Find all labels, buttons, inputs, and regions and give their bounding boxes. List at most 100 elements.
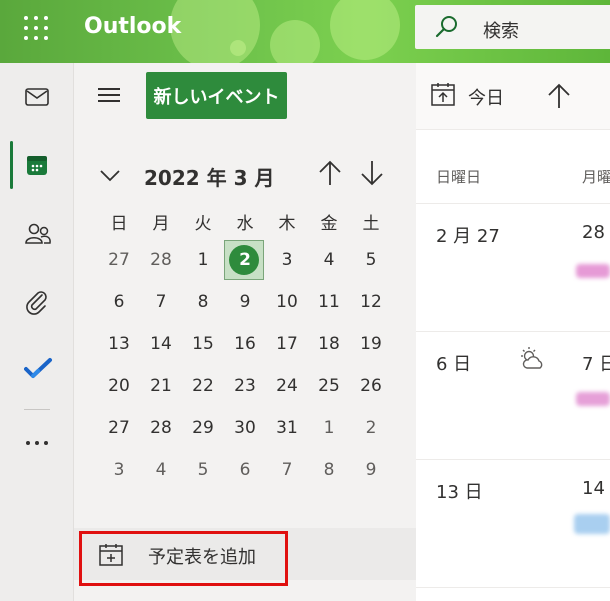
calendar-day[interactable]: 3 <box>98 449 140 491</box>
new-event-button[interactable]: 新しいイベント <box>146 72 287 119</box>
calendar-day[interactable]: 12 <box>350 281 392 323</box>
event-chip[interactable] <box>576 264 610 278</box>
month-view: 今日 日曜日 月曜 2 月 27 28 6 日 7 日 13 日 14 <box>416 63 610 601</box>
calendar-day[interactable]: 19 <box>350 323 392 365</box>
calendar-day[interactable]: 31 <box>266 407 308 449</box>
day-number: 15 <box>192 334 214 354</box>
calendar-day[interactable]: 2 <box>350 407 392 449</box>
day-number: 9 <box>365 460 377 480</box>
calendar-nav-pane: 新しいイベント 2022 年 3 月 日月火水木金土 27 28 1 2 3 4 5 6 7 8 9… <box>74 63 416 601</box>
day-number: 28 <box>150 250 172 270</box>
people-icon <box>25 223 51 244</box>
navigate-up-arrow-icon[interactable] <box>546 82 572 110</box>
rail-item-mail[interactable] <box>0 73 72 121</box>
day-header-monday: 月曜 <box>582 168 610 186</box>
day-number: 30 <box>234 418 256 438</box>
calendar-day[interactable]: 23 <box>224 365 266 407</box>
day-number: 23 <box>234 376 256 396</box>
calendar-day[interactable]: 28 <box>140 239 182 281</box>
calendar-day[interactable]: 18 <box>308 323 350 365</box>
calendar-day[interactable]: 22 <box>182 365 224 407</box>
calendar-day[interactable]: 5 <box>182 449 224 491</box>
add-calendar-label: 予定表を追加 <box>148 547 256 568</box>
app-launcher-icon[interactable] <box>24 16 48 40</box>
calendar-day[interactable]: 29 <box>182 407 224 449</box>
calendar-day[interactable]: 4 <box>308 239 350 281</box>
calendar-day[interactable]: 1 <box>182 239 224 281</box>
day-number: 16 <box>234 334 256 354</box>
date-label: 6 日 <box>436 354 472 375</box>
calendar-day[interactable]: 6 <box>98 281 140 323</box>
day-number: 3 <box>281 250 293 270</box>
calendar-day[interactable]: 3 <box>266 239 308 281</box>
calendar-day[interactable]: 15 <box>182 323 224 365</box>
mini-calendar-header: 2022 年 3 月 <box>74 159 416 191</box>
calendar-day[interactable]: 27 <box>98 407 140 449</box>
today-label: 今日 <box>468 88 504 109</box>
week-row[interactable]: 13 日 14 <box>416 460 610 588</box>
calendar-day[interactable]: 14 <box>140 323 182 365</box>
search-placeholder: 検索 <box>483 21 519 42</box>
weekday-header-row: 日月火水木金土 <box>98 203 392 239</box>
calendar-day[interactable]: 27 <box>98 239 140 281</box>
calendar-day[interactable]: 4 <box>140 449 182 491</box>
calendar-day[interactable]: 20 <box>98 365 140 407</box>
calendar-day[interactable]: 30 <box>224 407 266 449</box>
calendar-week-row: 27 28 29 30 31 1 2 <box>98 407 392 449</box>
search-input[interactable]: 検索 <box>415 5 610 49</box>
partly-cloudy-icon <box>521 347 543 369</box>
event-chip[interactable] <box>576 392 610 406</box>
date-label: 2 月 27 <box>436 226 500 247</box>
calendar-week-row: 20 21 22 23 24 25 26 <box>98 365 392 407</box>
day-header-sunday: 日曜日 <box>436 168 482 186</box>
calendar-day[interactable]: 16 <box>224 323 266 365</box>
app-title[interactable]: Outlook <box>84 14 181 39</box>
calendar-day[interactable]: 11 <box>308 281 350 323</box>
day-number: 1 <box>323 418 335 438</box>
calendar-day[interactable]: 1 <box>308 407 350 449</box>
rail-item-more[interactable] <box>0 419 72 467</box>
day-number: 10 <box>276 292 298 312</box>
calendar-day[interactable]: 17 <box>266 323 308 365</box>
calendar-day[interactable]: 5 <box>350 239 392 281</box>
calendar-day[interactable]: 24 <box>266 365 308 407</box>
outlook-app: Outlook 検索 新しいイベント 2022 年 3 月 日 月 火 水 木 … <box>0 0 610 601</box>
calendar-day[interactable]: 6 <box>224 449 266 491</box>
day-number: 19 <box>360 334 382 354</box>
rail-item-files[interactable] <box>0 277 72 325</box>
calendar-day-today[interactable]: 2 <box>224 239 266 281</box>
day-number: 21 <box>150 376 172 396</box>
calendar-day[interactable]: 7 <box>140 281 182 323</box>
event-chip[interactable] <box>574 514 610 534</box>
day-number: 24 <box>276 376 298 396</box>
rail-item-calendar[interactable] <box>0 141 72 189</box>
previous-month-arrow-icon[interactable] <box>316 159 344 187</box>
calendar-day[interactable]: 9 <box>350 449 392 491</box>
calendar-day[interactable]: 28 <box>140 407 182 449</box>
calendar-day[interactable]: 8 <box>308 449 350 491</box>
day-number: 29 <box>192 418 214 438</box>
date-label: 14 <box>582 478 605 499</box>
rail-item-people[interactable] <box>0 209 72 257</box>
rail-item-todo[interactable] <box>0 345 72 393</box>
calendar-day[interactable]: 7 <box>266 449 308 491</box>
calendar-day[interactable]: 21 <box>140 365 182 407</box>
calendar-day[interactable]: 25 <box>308 365 350 407</box>
calendar-week-row: 27 28 1 2 3 4 5 <box>98 239 392 281</box>
next-month-arrow-icon[interactable] <box>358 159 386 187</box>
search-icon <box>435 16 457 38</box>
calendar-day[interactable]: 10 <box>266 281 308 323</box>
week-row[interactable]: 6 日 7 日 <box>416 332 610 460</box>
day-number: 31 <box>276 418 298 438</box>
calendar-day[interactable]: 9 <box>224 281 266 323</box>
day-number: 27 <box>108 418 130 438</box>
chevron-down-icon[interactable] <box>98 167 122 183</box>
day-number: 5 <box>197 460 209 480</box>
calendar-day[interactable]: 26 <box>350 365 392 407</box>
add-calendar-button[interactable]: 予定表を追加 <box>74 528 416 580</box>
week-row[interactable]: 2 月 27 28 <box>416 204 610 332</box>
calendar-day[interactable]: 13 <box>98 323 140 365</box>
day-number: 27 <box>108 250 130 270</box>
hamburger-menu-icon[interactable] <box>98 85 120 105</box>
calendar-day[interactable]: 8 <box>182 281 224 323</box>
